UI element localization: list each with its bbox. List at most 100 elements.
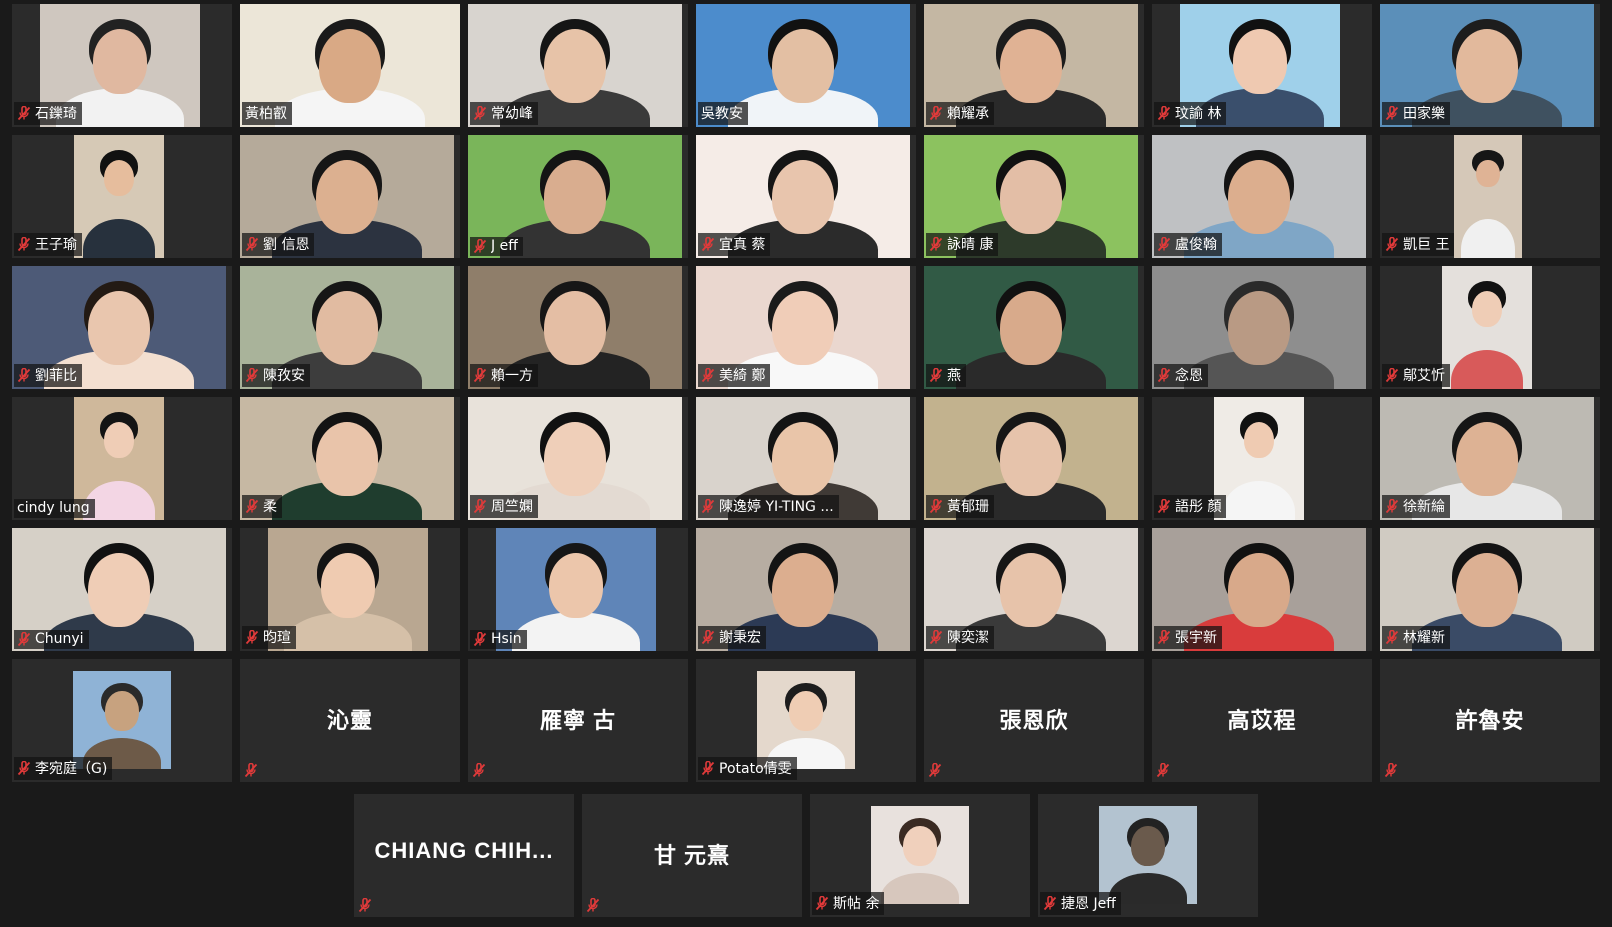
participant-tile[interactable]: 田家樂 — [1380, 4, 1600, 127]
participant-name: 捷恩 Jeff — [1061, 896, 1116, 912]
participant-name: 念恩 — [1175, 368, 1203, 384]
microphone-muted-icon — [17, 760, 31, 776]
participant-tile[interactable]: 念恩 — [1152, 266, 1372, 389]
participant-name: 陳孜安 — [263, 368, 305, 384]
participant-tile[interactable]: 美綺 鄭 — [696, 266, 916, 389]
microphone-muted-icon — [473, 105, 487, 121]
participant-tile[interactable]: 賴耀承 — [924, 4, 1144, 127]
gallery-grid: 石鑠琦 黃柏叡 常幼峰 吳教安 賴耀承 玟諭 林 田家樂 王子瑜 劉 信恩 J … — [12, 4, 1600, 782]
microphone-muted-icon — [1157, 367, 1171, 383]
participant-display-name: 雁寧 古 — [539, 708, 617, 733]
person-body — [1451, 349, 1523, 389]
microphone-muted-icon — [1157, 105, 1171, 121]
participant-tile[interactable]: Chunyi — [12, 528, 232, 651]
participant-name-label: 陳逸婷 YI-TING ... — [698, 495, 839, 518]
participant-tile[interactable]: Potato倩雯 — [696, 659, 916, 782]
participant-name: 詠晴 康 — [947, 237, 994, 253]
person-body — [880, 872, 960, 904]
participant-tile[interactable]: 許魯安 — [1380, 659, 1600, 782]
participant-tile[interactable]: 鄔艾忻 — [1380, 266, 1600, 389]
person-face — [1456, 421, 1518, 496]
participant-name-label: 凱巨 王 — [1382, 233, 1455, 256]
participant-tile[interactable]: 劉 信恩 — [240, 135, 460, 258]
person-face — [1000, 290, 1062, 365]
participant-tile[interactable]: 捷恩 Jeff — [1038, 794, 1258, 917]
microphone-muted-icon — [1385, 105, 1399, 121]
microphone-muted-icon — [586, 898, 600, 913]
participant-tile[interactable]: 林耀新 — [1380, 528, 1600, 651]
person-face — [1243, 421, 1275, 459]
person-face — [1000, 28, 1062, 103]
participant-tile[interactable]: 陳奕潔 — [924, 528, 1144, 651]
participant-tile[interactable]: 周竺嫻 — [468, 397, 688, 520]
person-face — [789, 690, 823, 731]
participant-tile[interactable]: 劉菲比 — [12, 266, 232, 389]
participant-name-label: 鄔艾忻 — [1382, 364, 1450, 387]
participant-name-label: 美綺 鄭 — [698, 364, 771, 387]
participant-tile[interactable]: 昀瑄 — [240, 528, 460, 651]
participant-display-name: 沁靈 — [326, 708, 373, 733]
participant-tile[interactable]: 謝秉宏 — [696, 528, 916, 651]
person-face — [103, 421, 135, 459]
participant-name: 黃郁珊 — [947, 499, 989, 515]
participant-tile[interactable]: CHIANG CHIH... — [354, 794, 574, 917]
participant-tile[interactable]: 徐新綸 — [1380, 397, 1600, 520]
participant-tile[interactable]: 常幼峰 — [468, 4, 688, 127]
participant-tile[interactable]: 張恩欣 — [924, 659, 1144, 782]
person-face — [1228, 159, 1290, 234]
participant-name-label: 語彤 顏 — [1154, 495, 1227, 518]
participant-tile[interactable]: cindy lung — [12, 397, 232, 520]
participant-tile[interactable]: J eff — [468, 135, 688, 258]
participant-tile[interactable]: 陳逸婷 YI-TING ... — [696, 397, 916, 520]
participant-tile[interactable]: 雁寧 古 — [468, 659, 688, 782]
microphone-muted-icon — [1385, 629, 1399, 645]
person-face — [1232, 28, 1288, 94]
person-body — [83, 218, 155, 258]
participant-tile[interactable]: 吳教安 — [696, 4, 916, 127]
participant-name-label: Potato倩雯 — [698, 757, 797, 780]
participant-name-label: 常幼峰 — [470, 102, 538, 125]
person-face — [544, 421, 606, 496]
microphone-muted-icon — [473, 238, 487, 254]
person-face — [319, 28, 381, 103]
person-face — [544, 159, 606, 234]
participant-name: 劉 信恩 — [263, 237, 310, 253]
participant-name-label: 徐新綸 — [1382, 495, 1450, 518]
participant-tile[interactable]: 柔 — [240, 397, 460, 520]
participant-tile[interactable]: 宜真 蔡 — [696, 135, 916, 258]
participant-tile[interactable]: 凱巨 王 — [1380, 135, 1600, 258]
participant-tile[interactable]: 黃郁珊 — [924, 397, 1144, 520]
video-feed — [74, 135, 164, 258]
microphone-muted-icon — [1385, 236, 1399, 252]
participant-tile[interactable]: 張宇新 — [1152, 528, 1372, 651]
participant-name: 黃柏叡 — [245, 106, 287, 122]
participant-tile[interactable]: 黃柏叡 — [240, 4, 460, 127]
participant-tile[interactable]: 斯帖 余 — [810, 794, 1030, 917]
person-face — [1456, 552, 1518, 627]
participant-tile[interactable]: 甘 元熹 — [582, 794, 802, 917]
participant-tile[interactable]: 李宛庭（G) — [12, 659, 232, 782]
participant-tile[interactable]: 石鑠琦 — [12, 4, 232, 127]
participant-name-label: 石鑠琦 — [14, 102, 82, 125]
participant-tile[interactable]: 語彤 顏 — [1152, 397, 1372, 520]
participant-tile[interactable]: 高苡程 — [1152, 659, 1372, 782]
microphone-muted-icon — [701, 629, 715, 645]
participant-tile[interactable]: 燕 — [924, 266, 1144, 389]
participant-tile[interactable]: 盧俊翰 — [1152, 135, 1372, 258]
participant-tile[interactable]: 玟諭 林 — [1152, 4, 1372, 127]
participant-tile[interactable]: 王子瑜 — [12, 135, 232, 258]
microphone-muted-icon — [358, 898, 372, 913]
participant-name-label: 詠晴 康 — [926, 233, 999, 256]
participant-name: Hsin — [491, 631, 522, 647]
microphone-muted-icon — [1156, 763, 1170, 778]
participant-tile[interactable]: 沁靈 — [240, 659, 460, 782]
microphone-muted-icon — [17, 236, 31, 252]
participant-tile[interactable]: 詠晴 康 — [924, 135, 1144, 258]
participant-name-label: 念恩 — [1154, 364, 1208, 387]
person-face — [548, 552, 604, 618]
person-face — [1228, 290, 1290, 365]
participant-tile[interactable]: 陳孜安 — [240, 266, 460, 389]
participant-tile[interactable]: 賴一方 — [468, 266, 688, 389]
participant-tile[interactable]: Hsin — [468, 528, 688, 651]
microphone-muted-icon — [473, 631, 487, 647]
